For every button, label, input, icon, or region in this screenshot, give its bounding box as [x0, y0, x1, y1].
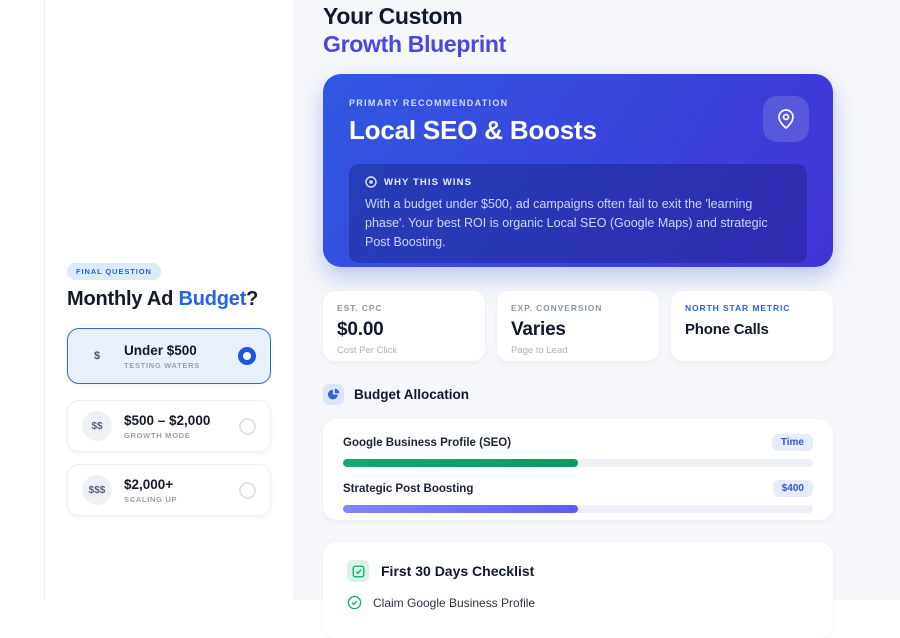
app-window: FINAL QUESTION Monthly Ad Budget? $ Unde… [0, 0, 900, 600]
option-label: $2,000+ [124, 477, 239, 492]
checklist-header: First 30 Days Checklist [347, 560, 809, 582]
checkbox-icon-tile [347, 560, 369, 582]
question-suffix: ? [246, 288, 258, 310]
metric-label: NORTH STAR METRIC [685, 303, 819, 313]
option-label: Under $500 [124, 343, 238, 358]
option-sublabel: SCALING UP [124, 495, 239, 504]
final-question-badge: FINAL QUESTION [67, 263, 161, 280]
allocation-label: Strategic Post Boosting [343, 483, 473, 495]
budget-option-under-500[interactable]: $ Under $500 TESTING WATERS [67, 328, 271, 384]
radio-unselected-icon[interactable] [239, 418, 256, 435]
option-text: $2,000+ SCALING UP [124, 477, 239, 504]
checklist-item-label: Claim Google Business Profile [373, 596, 535, 610]
page-title: Your Custom Growth Blueprint [323, 2, 506, 58]
left-rail [0, 0, 45, 600]
allocation-row-boosting: Strategic Post Boosting $400 [343, 480, 813, 513]
budget-option-2000-plus[interactable]: $$$ $2,000+ SCALING UP [67, 464, 271, 516]
allocation-label: Google Business Profile (SEO) [343, 437, 511, 449]
allocation-badge: Time [772, 434, 813, 451]
recommendation-eyebrow: PRIMARY RECOMMENDATION [349, 98, 807, 108]
location-pin-tile [763, 96, 809, 142]
location-pin-icon [774, 107, 798, 131]
checklist-item: Claim Google Business Profile [347, 595, 809, 610]
question-highlight: Budget [178, 288, 246, 310]
bullseye-icon [365, 176, 377, 188]
pie-chart-icon [327, 388, 340, 401]
metric-label: EXP. CONVERSION [511, 303, 645, 313]
checkbox-icon [352, 565, 365, 578]
page-title-line1: Your Custom [323, 2, 506, 30]
why-this-wins-panel: WHY THIS WINS With a budget under $500, … [349, 164, 807, 263]
metric-sublabel: Page to Lead [511, 345, 645, 356]
metric-label: EST. CPC [337, 303, 471, 313]
progress-track [343, 459, 813, 467]
primary-recommendation-card: PRIMARY RECOMMENDATION Local SEO & Boost… [323, 74, 833, 267]
metric-value: $0.00 [337, 319, 471, 341]
option-sublabel: GROWTH MODE [124, 431, 239, 440]
progress-fill-green [343, 459, 578, 467]
pie-chart-icon-tile [323, 384, 344, 405]
dollar-dollar-dollar-icon: $$$ [82, 475, 112, 505]
progress-fill-indigo [343, 505, 578, 513]
page-title-line2: Growth Blueprint [323, 30, 506, 58]
option-text: $500 – $2,000 GROWTH MODE [124, 413, 239, 440]
dollar-dollar-icon: $$ [82, 411, 112, 441]
metric-value: Varies [511, 319, 645, 341]
budget-allocation-header: Budget Allocation [323, 384, 469, 405]
metric-card-cpc: EST. CPC $0.00 Cost Per Click [323, 291, 485, 361]
option-label: $500 – $2,000 [124, 413, 239, 428]
budget-option-500-2000[interactable]: $$ $500 – $2,000 GROWTH MODE [67, 400, 271, 452]
dollar-icon: $ [82, 341, 112, 371]
metric-card-conversion: EXP. CONVERSION Varies Page to Lead [497, 291, 659, 361]
budget-allocation-title: Budget Allocation [354, 387, 469, 402]
allocation-badge: $400 [773, 480, 813, 497]
metric-sublabel: Cost Per Click [337, 345, 471, 356]
progress-track [343, 505, 813, 513]
why-label: WHY THIS WINS [384, 177, 472, 188]
checklist-title: First 30 Days Checklist [381, 563, 534, 579]
option-sublabel: TESTING WATERS [124, 361, 238, 370]
radio-selected-icon[interactable] [238, 347, 256, 365]
allocation-row-seo: Google Business Profile (SEO) Time [343, 434, 813, 467]
metric-card-north-star: NORTH STAR METRIC Phone Calls [671, 291, 833, 361]
question-title: Monthly Ad Budget? [67, 288, 258, 311]
first-30-days-card: First 30 Days Checklist Claim Google Bus… [323, 542, 833, 638]
blueprint-panel: Your Custom Growth Blueprint PRIMARY REC… [293, 0, 900, 600]
metric-value: Phone Calls [685, 321, 819, 338]
question-prefix: Monthly Ad [67, 288, 178, 310]
recommendation-title: Local SEO & Boosts [349, 115, 807, 146]
question-sidebar: FINAL QUESTION Monthly Ad Budget? $ Unde… [46, 0, 293, 600]
budget-allocation-card: Google Business Profile (SEO) Time Strat… [323, 419, 833, 520]
option-text: Under $500 TESTING WATERS [124, 343, 238, 370]
radio-unselected-icon[interactable] [239, 482, 256, 499]
why-header: WHY THIS WINS [365, 176, 791, 188]
circle-check-icon [347, 595, 362, 610]
why-text: With a budget under $500, ad campaigns o… [365, 195, 791, 251]
metrics-row: EST. CPC $0.00 Cost Per Click EXP. CONVE… [323, 291, 833, 361]
